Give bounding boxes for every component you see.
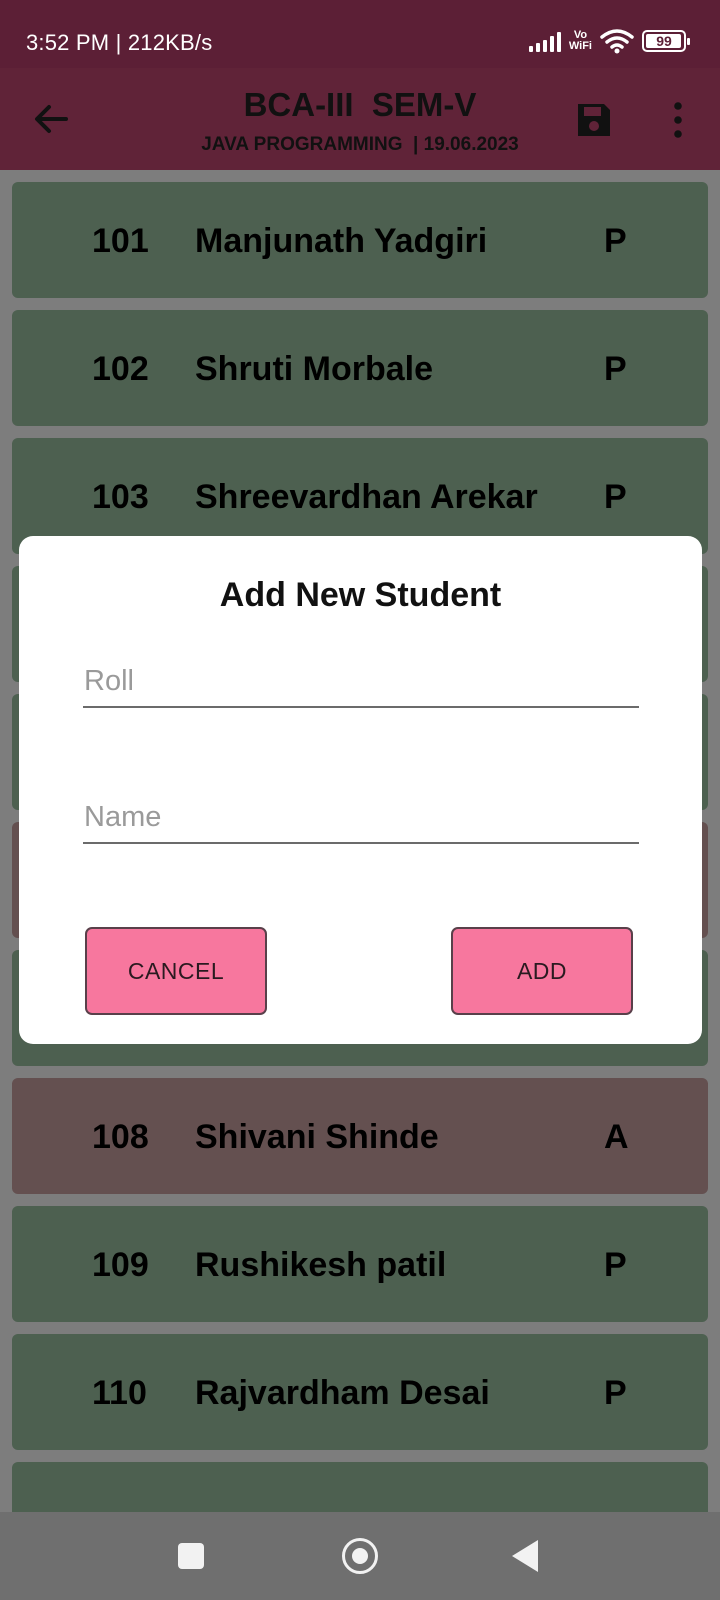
student-name: Rajvardham Desai [195,1374,490,1412]
status-icons: Vo WiFi 99 [528,26,690,56]
roll-input[interactable] [83,656,639,708]
student-roll: 103 [92,478,149,516]
add-button[interactable]: ADD [451,927,633,1015]
student-name: Manjunath Yadgiri [195,222,488,260]
battery-icon: 99 [642,30,690,52]
more-options-icon[interactable] [664,100,692,140]
status-bar: 3:52 PM | 212KB/s Vo WiFi 99 [0,0,720,68]
attendance-status[interactable]: P [604,478,627,517]
battery-level: 99 [656,33,672,49]
student-row[interactable] [12,1462,708,1512]
save-icon[interactable] [574,100,614,140]
student-name: Shruti Morbale [195,350,434,388]
student-roll: 109 [92,1246,149,1284]
back-triangle-icon[interactable] [512,1540,538,1572]
vowifi-icon: Vo WiFi [568,29,592,52]
student-row[interactable]: 102 Shruti Morbale P [12,310,708,426]
wifi-icon [600,29,634,54]
student-roll: 102 [92,350,149,388]
attendance-status[interactable]: P [604,222,627,261]
student-roll: 110 [92,1374,147,1412]
student-name: Shivani Shinde [195,1118,439,1156]
app-bar: BCA-III SEM-V JAVA PROGRAMMING | 19.06.2… [0,68,720,170]
student-name: Shreevardhan Arekar [195,478,538,516]
attendance-status[interactable]: A [604,1118,629,1157]
student-row[interactable]: 101 Manjunath Yadgiri P [12,182,708,298]
attendance-status[interactable]: P [604,1246,627,1285]
system-nav-bar [0,1512,720,1600]
dialog-title: Add New Student [219,576,502,614]
student-roll: 108 [92,1118,149,1156]
cancel-button[interactable]: CANCEL [85,927,267,1015]
student-row[interactable]: 110 Rajvardham Desai P [12,1334,708,1450]
student-row[interactable]: 108 Shivani Shinde A [12,1078,708,1194]
add-student-dialog: Add New Student CANCEL ADD [19,536,702,1044]
attendance-status[interactable]: P [604,350,627,389]
attendance-status[interactable]: P [604,1374,627,1413]
recent-apps-icon[interactable] [178,1543,204,1569]
student-row[interactable]: 109 Rushikesh patil P [12,1206,708,1322]
home-icon[interactable] [342,1538,378,1574]
signal-icon [528,30,561,52]
status-time-speed: 3:52 PM | 212KB/s [26,30,213,55]
student-name: Rushikesh patil [195,1246,447,1284]
name-input[interactable] [83,792,639,844]
student-roll: 101 [92,222,149,260]
